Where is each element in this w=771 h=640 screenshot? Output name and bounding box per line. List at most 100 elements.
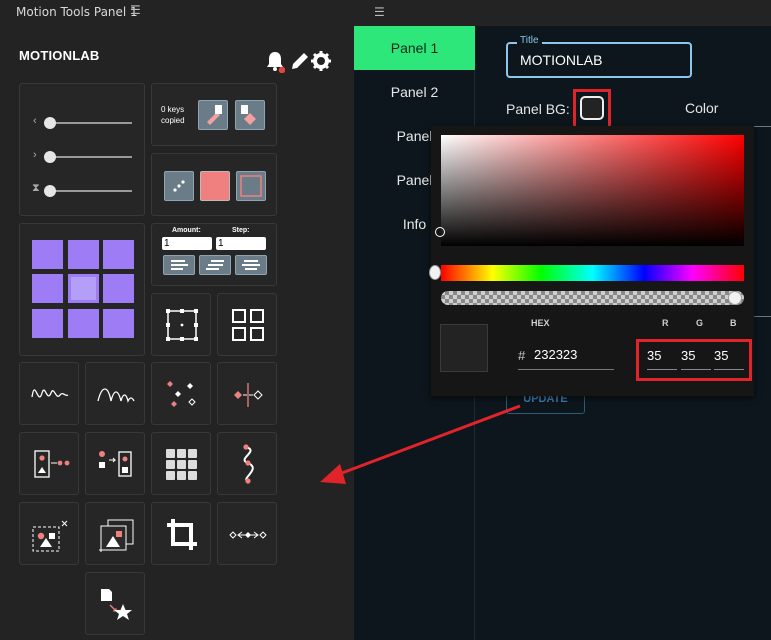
align-left-button[interactable]	[163, 255, 195, 275]
anchor-bottom-right[interactable]	[103, 309, 134, 338]
bounce-icon	[97, 388, 135, 403]
copy-keys-button[interactable]	[198, 100, 228, 130]
ease-out-icon: ›	[33, 149, 37, 161]
hamburger-icon[interactable]: ☰	[374, 5, 385, 19]
anchor-top-left[interactable]	[32, 240, 63, 269]
step-input[interactable]: 1	[216, 237, 266, 250]
slider-track	[48, 156, 132, 158]
saturation-value-area[interactable]	[441, 135, 744, 246]
bounding-box-icon	[166, 309, 198, 341]
annotation-arrow	[320, 404, 521, 484]
bell-icon[interactable]	[265, 49, 285, 73]
stroke-button[interactable]	[236, 171, 266, 201]
tab-panel-1[interactable]: Panel 1	[354, 26, 475, 70]
slider-track	[48, 122, 132, 124]
distribute-card: Amount: Step: 1 1	[151, 223, 277, 286]
keyframe-scatter-tool[interactable]	[151, 362, 211, 425]
grid-dots-icon	[166, 449, 197, 480]
hex-underline	[518, 369, 614, 370]
slider-handle[interactable]	[44, 185, 56, 197]
ease-in-icon: ‹	[33, 115, 37, 127]
align-center-icon	[242, 260, 260, 270]
path-icon	[243, 444, 254, 484]
keyframe-align-tool[interactable]	[217, 362, 277, 425]
wiggle-tool[interactable]	[19, 362, 79, 425]
pencil-icon[interactable]	[289, 49, 309, 73]
hue-handle[interactable]	[429, 265, 441, 280]
panel-bg-swatch[interactable]	[580, 96, 604, 120]
g-label: G	[696, 318, 704, 328]
title-field-value[interactable]: MOTIONLAB	[520, 52, 602, 68]
align-skew-icon	[206, 260, 224, 270]
paste-keys-icon	[241, 105, 256, 125]
copy-keys-card: 0 keys copied	[151, 83, 277, 146]
crop-icon	[167, 519, 197, 550]
brand-label: MOTIONLAB	[19, 48, 100, 63]
amount-label: Amount:	[172, 227, 201, 234]
convert-to-shape-icon	[101, 589, 132, 620]
anchor-bottom-center[interactable]	[68, 309, 99, 338]
duplicate-comp-icon	[99, 519, 134, 552]
duplicate-comp-tool[interactable]	[85, 502, 145, 565]
keyframe-align-icon	[234, 383, 263, 407]
scatter-icon	[173, 180, 185, 192]
path-tool[interactable]	[217, 432, 277, 495]
amount-input[interactable]: 1	[162, 237, 212, 250]
distribute-keys-tool[interactable]	[217, 502, 277, 565]
move-layer-icon	[34, 450, 70, 478]
panel-header: ☰	[354, 0, 771, 26]
highlight-box	[636, 339, 752, 381]
stroke-square-icon	[240, 175, 262, 197]
anchor-bottom-left[interactable]	[32, 309, 63, 338]
align-left-icon	[171, 260, 188, 270]
anchor-top-center[interactable]	[68, 240, 99, 269]
hex-input[interactable]: 232323	[534, 347, 577, 362]
anchor-center[interactable]	[68, 274, 99, 303]
align-center-button[interactable]	[235, 255, 267, 275]
slider-track	[48, 190, 132, 192]
hash-symbol: #	[518, 348, 526, 363]
anchor-middle-left[interactable]	[32, 274, 63, 303]
paste-keys-button[interactable]	[235, 100, 265, 130]
fill-button[interactable]	[200, 171, 230, 201]
hex-label: HEX	[531, 318, 550, 328]
keys-status: 0 keys copied	[161, 105, 185, 125]
keyframe-scatter-icon	[167, 381, 196, 407]
anchor-tools-card	[151, 153, 277, 216]
color-picker: HEX R G B # 232323 35 35 35	[429, 126, 754, 396]
move-layer-tool[interactable]	[19, 432, 79, 495]
panel-bg-label: Panel BG:	[506, 101, 570, 117]
saturation-handle[interactable]	[435, 227, 445, 237]
tab-panel-2[interactable]: Panel 2	[354, 70, 475, 114]
grid-layout-icon	[232, 309, 264, 341]
step-label: Step:	[232, 227, 250, 234]
panel-title: Motion Tools Panel 1	[16, 5, 138, 19]
anchor-middle-right[interactable]	[103, 274, 134, 303]
slider-handle[interactable]	[44, 117, 56, 129]
wiggle-icon	[31, 389, 69, 398]
alpha-slider[interactable]	[441, 291, 744, 305]
scatter-button[interactable]	[164, 171, 194, 201]
motion-tools-panel: Motion Tools Panel 1 ☰ MOTIONLAB ‹ › ⧗ 0	[0, 0, 354, 640]
grid-layout-tool[interactable]	[217, 293, 277, 356]
grid-dots-tool[interactable]	[151, 432, 211, 495]
alpha-handle[interactable]	[728, 291, 742, 305]
slider-handle[interactable]	[44, 151, 56, 163]
title-field-label: Title	[517, 35, 542, 46]
crop-tool[interactable]	[151, 502, 211, 565]
color-preview	[440, 324, 488, 372]
anchor-grid-card	[19, 223, 145, 356]
convert-to-shape-tool[interactable]	[85, 572, 145, 635]
gear-icon[interactable]	[311, 49, 331, 73]
align-skew-button[interactable]	[199, 255, 231, 275]
bounding-box-tool[interactable]	[151, 293, 211, 356]
hamburger-icon[interactable]: ☰	[130, 3, 141, 17]
swap-layer-tool[interactable]	[85, 432, 145, 495]
hue-slider[interactable]	[441, 265, 744, 281]
anchor-top-right[interactable]	[103, 240, 134, 269]
precompose-icon	[32, 520, 68, 552]
field-underline	[752, 316, 771, 317]
b-label: B	[730, 318, 737, 328]
bounce-tool[interactable]	[85, 362, 145, 425]
precompose-tool[interactable]	[19, 502, 79, 565]
